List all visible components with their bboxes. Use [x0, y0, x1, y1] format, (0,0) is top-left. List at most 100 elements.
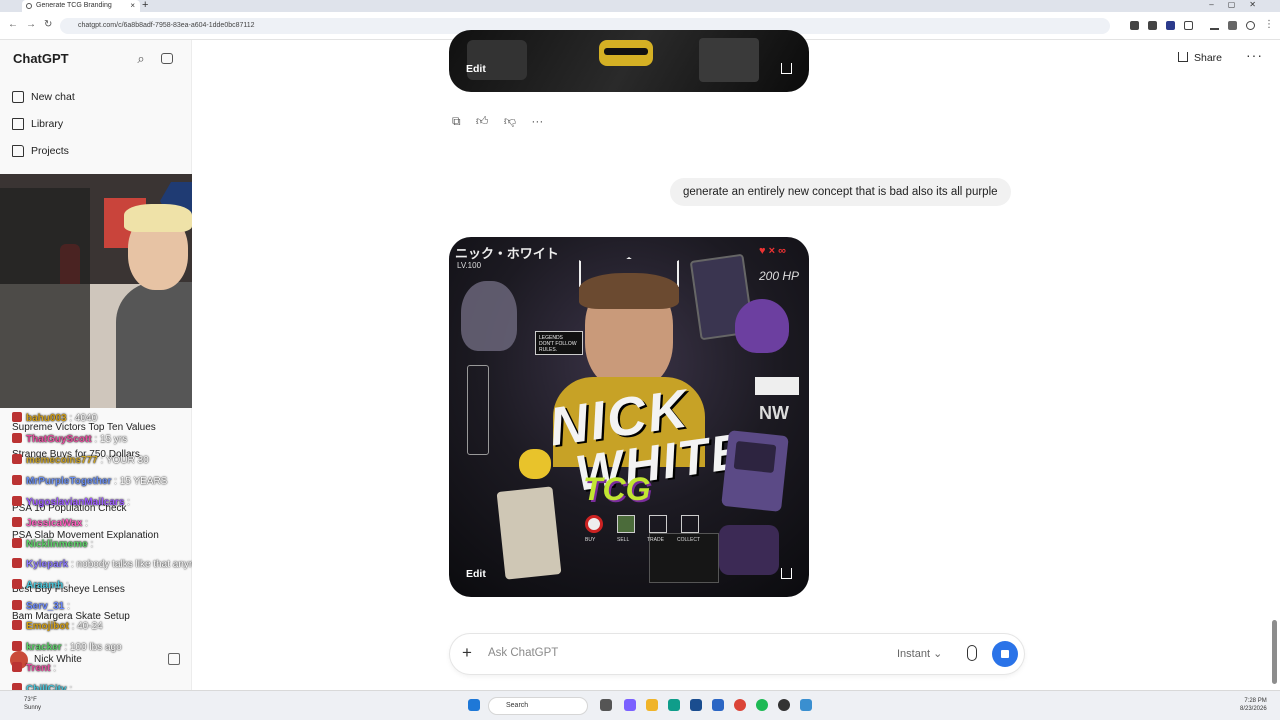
stream-chat-line: YugoslavianMailcars :	[12, 496, 130, 508]
chat-username: Serv_31	[26, 601, 65, 612]
sidebar-toggle-icon[interactable]	[161, 53, 173, 64]
microphone-icon[interactable]	[967, 645, 977, 661]
search-icon[interactable]: ⌕	[134, 52, 148, 66]
download-icon[interactable]	[1210, 21, 1219, 30]
browser-menu-icon[interactable]: ⋮	[1264, 19, 1274, 30]
tab-close-icon[interactable]: ×	[130, 0, 135, 12]
weather-temp: 73°F	[24, 697, 37, 703]
person-hair	[124, 204, 192, 232]
chat-message: :	[53, 663, 57, 674]
obs-icon[interactable]	[778, 699, 790, 711]
chat-username: Kylepark	[26, 559, 69, 570]
sidebar-brand[interactable]: ChatGPT	[13, 51, 69, 66]
thumbs-down-icon[interactable]: 👎︎	[504, 114, 516, 129]
browser-tab[interactable]: Generate TCG Branding ×	[22, 0, 140, 12]
new-chat-icon	[12, 91, 24, 103]
mail-icon[interactable]	[712, 699, 724, 711]
download-image-icon[interactable]	[781, 63, 792, 74]
card-button-buy: BUY	[585, 537, 596, 543]
psa-slab-graphic	[496, 486, 562, 580]
composer-input[interactable]: Ask ChatGPT	[488, 647, 558, 659]
card-title-line3: TCG	[583, 471, 651, 507]
file-explorer-icon[interactable]	[646, 699, 658, 711]
sidebar-item-label: Library	[31, 118, 64, 130]
extension-icon[interactable]	[1166, 21, 1175, 30]
app-icon[interactable]	[800, 699, 812, 711]
card-button-collect: COLLECT	[677, 537, 701, 543]
share-icon	[1178, 52, 1188, 62]
system-clock[interactable]: 7:28 PM 8/23/2026	[1240, 697, 1267, 713]
chrome-icon[interactable]	[734, 699, 746, 711]
weather-widget[interactable]: 73°F Sunny	[24, 696, 41, 712]
generated-image-card[interactable]: ニック・ホワイト LV.100 ♥ × ∞ 200 HP LEGENDS DON…	[449, 237, 809, 597]
edit-image-button[interactable]: Edit	[466, 63, 486, 75]
card-jp-name: ニック・ホワイト	[455, 246, 559, 261]
stream-chat-line: Trent :	[12, 662, 56, 674]
card-action-row: BUY SELL TRADE COLLECT	[585, 515, 715, 545]
chat-username: JessicaWax	[26, 518, 83, 529]
copy-icon[interactable]: ⧉	[452, 114, 461, 129]
app-icon[interactable]	[690, 699, 702, 711]
pokeball-icon	[585, 515, 603, 533]
chat-username: YugoslavianMailcars	[26, 497, 125, 508]
stream-chat-line: kracker : 100 lbs ago	[12, 641, 122, 653]
extensions-puzzle-icon[interactable]	[1184, 21, 1193, 30]
card-button-sell: SELL	[617, 537, 630, 543]
card-graphic	[735, 299, 789, 353]
model-selector[interactable]: Instant ⌄	[897, 647, 942, 660]
chat-username: Araamh	[26, 580, 64, 591]
chat-username: MrPurpleTogether	[26, 476, 112, 487]
settings-icon[interactable]	[168, 653, 180, 665]
thumbs-up-icon[interactable]: 👍︎	[476, 114, 489, 129]
card-portrait-hair	[579, 273, 679, 309]
model-label: Instant	[897, 648, 931, 660]
add-attachment-button[interactable]: +	[462, 643, 472, 663]
sidebar-item-library[interactable]: Library	[12, 114, 63, 134]
download-image-icon[interactable]	[781, 568, 792, 579]
edit-image-button[interactable]: Edit	[466, 568, 486, 580]
new-tab-button[interactable]: +	[142, 0, 148, 11]
share-button[interactable]: Share	[1178, 52, 1222, 64]
stream-chat-line: JessicaWax :	[12, 517, 88, 529]
edge-icon[interactable]	[668, 699, 680, 711]
sidebar-item-projects[interactable]: Projects	[12, 141, 69, 161]
back-icon[interactable]: ←	[8, 19, 18, 30]
chat-message: :	[66, 580, 69, 591]
spotify-icon[interactable]	[756, 699, 768, 711]
taskbar-search[interactable]: Search	[488, 697, 588, 715]
chat-username: kracker	[26, 642, 62, 653]
account-icon[interactable]	[1246, 21, 1255, 30]
app-icon[interactable]	[624, 699, 636, 711]
generated-image-previous[interactable]: Edit	[449, 30, 809, 92]
cash-icon	[617, 515, 635, 533]
profile-icon[interactable]	[1228, 21, 1237, 30]
conversation-options-button[interactable]: ···	[1246, 47, 1263, 63]
sidebar-item-label: New chat	[31, 91, 75, 103]
windows-start-icon[interactable]	[468, 699, 480, 711]
task-view-icon[interactable]	[600, 699, 612, 711]
stream-chat-line: memecoins777 : YOUR 30	[12, 454, 149, 466]
reload-icon[interactable]: ↻	[44, 19, 52, 30]
forward-icon[interactable]: →	[26, 19, 36, 30]
window-controls[interactable]: –▢✕	[1209, 0, 1270, 9]
stream-chat-line: ThatGuyScott : 15 yrs	[12, 433, 127, 445]
more-actions-button[interactable]: ···	[531, 114, 543, 128]
stream-chat-line: Emojibot : 40-24	[12, 620, 103, 632]
stop-icon	[1001, 650, 1009, 658]
extension-icon[interactable]	[1148, 21, 1157, 30]
stop-generating-button[interactable]	[992, 641, 1018, 667]
stream-chat-line: Araamh :	[12, 579, 69, 591]
clock-time: 7:28 PM	[1244, 698, 1267, 704]
scrollbar-thumb[interactable]	[1272, 620, 1277, 684]
sidebar-item-new-chat[interactable]: New chat	[12, 87, 75, 107]
pikachu-graphic	[519, 449, 551, 479]
chat-username: Emojibot	[26, 621, 69, 632]
chat-badge-icon	[12, 538, 22, 548]
extension-icon[interactable]	[1130, 21, 1139, 30]
gameboy-screen	[733, 440, 777, 474]
composer[interactable]: + Ask ChatGPT Instant ⌄	[450, 634, 1024, 674]
chat-username: Nicklinmeme	[26, 539, 88, 550]
chat-badge-icon	[12, 620, 22, 630]
chat-message: : 15 YEARS	[114, 476, 168, 487]
folder-icon	[12, 145, 24, 157]
